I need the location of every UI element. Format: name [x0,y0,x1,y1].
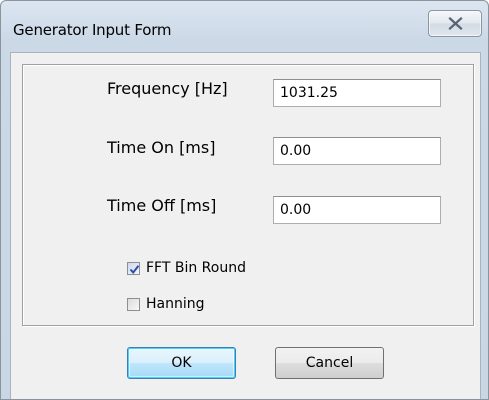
close-button[interactable] [428,10,482,37]
cancel-button[interactable]: Cancel [275,347,384,379]
fft-bin-round-checkbox[interactable] [127,262,140,275]
frequency-input[interactable] [273,79,441,107]
time-off-input[interactable] [273,196,441,224]
frequency-label: Frequency [Hz] [107,79,228,98]
hanning-checkbox[interactable] [127,298,140,311]
time-on-label: Time On [ms] [107,138,216,157]
dialog-window: Generator Input Form Frequency [Hz] Time… [0,0,489,400]
checkmark-icon [129,265,140,275]
title-bar[interactable]: Generator Input Form [1,1,488,51]
window-title: Generator Input Form [13,21,172,39]
ok-button[interactable]: OK [127,347,236,379]
generator-settings-group: Frequency [Hz] Time On [ms] Time Off [ms… [22,64,474,326]
time-off-label: Time Off [ms] [107,196,217,215]
close-icon [448,17,463,30]
fft-bin-round-label: FFT Bin Round [146,260,246,276]
time-on-input[interactable] [273,137,441,165]
hanning-label: Hanning [146,296,205,312]
